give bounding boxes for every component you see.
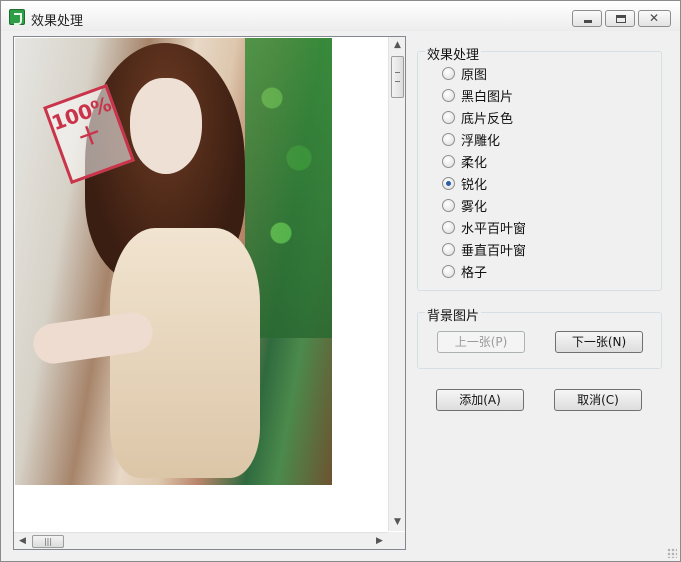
effect-option-7[interactable]: 水平百叶窗 (442, 218, 527, 237)
vertical-scroll-thumb[interactable] (391, 56, 404, 98)
effect-option-label: 锐化 (461, 177, 488, 193)
effect-option-3[interactable]: 浮雕化 (442, 130, 501, 149)
radio-unchecked-icon[interactable] (442, 242, 455, 256)
radio-unchecked-icon[interactable] (442, 110, 455, 124)
radio-unchecked-icon[interactable] (442, 66, 455, 80)
add-button[interactable]: 添加(A) (436, 389, 524, 411)
horizontal-scrollbar[interactable]: ◀ ||| ▶ (14, 532, 388, 549)
window-title: 效果处理 (31, 14, 84, 29)
radio-unchecked-icon[interactable] (442, 154, 455, 168)
effect-option-label: 柔化 (461, 155, 488, 171)
effect-option-label: 水平百叶窗 (461, 221, 527, 237)
next-image-button[interactable]: 下一张(N) (555, 331, 643, 353)
preview-photo: 100% 十 (15, 38, 332, 485)
maximize-button[interactable] (605, 10, 635, 27)
resize-grip-icon[interactable] (667, 548, 677, 558)
effects-dialog: 效果处理 ✕ 100% 十 ▲ ▼ ◀ ||| ▶ 效果处理 原图 黑白图片 底… (0, 0, 681, 562)
close-icon: ✕ (649, 11, 660, 25)
maximize-icon (616, 15, 626, 23)
radio-unchecked-icon[interactable] (442, 88, 455, 102)
effect-option-9[interactable]: 格子 (442, 262, 488, 281)
vertical-scrollbar[interactable]: ▲ ▼ (388, 37, 405, 531)
scroll-up-icon[interactable]: ▲ (389, 37, 406, 54)
close-button[interactable]: ✕ (638, 10, 671, 27)
radio-checked-icon[interactable] (442, 176, 455, 190)
effect-option-5[interactable]: 锐化 (442, 174, 488, 193)
image-preview-pane[interactable]: 100% 十 ▲ ▼ ◀ ||| ▶ (13, 36, 406, 550)
effect-option-label: 浮雕化 (461, 133, 501, 149)
effects-group-title: 效果处理 (425, 44, 482, 63)
effect-option-label: 黑白图片 (461, 89, 514, 105)
effect-option-label: 垂直百叶窗 (461, 243, 527, 259)
effect-option-8[interactable]: 垂直百叶窗 (442, 240, 527, 259)
effect-option-label: 雾化 (461, 199, 488, 215)
effect-option-4[interactable]: 柔化 (442, 152, 488, 171)
effect-option-1[interactable]: 黑白图片 (442, 86, 514, 105)
radio-unchecked-icon[interactable] (442, 132, 455, 146)
background-group-title: 背景图片 (425, 305, 482, 324)
scroll-corner (388, 532, 405, 549)
window-controls: ✕ (572, 10, 671, 27)
cancel-button[interactable]: 取消(C) (554, 389, 642, 411)
minimize-button[interactable] (572, 10, 602, 27)
photo-subject-dress (110, 228, 260, 478)
minimize-icon (584, 20, 592, 23)
title-bar[interactable]: 效果处理 ✕ (1, 1, 680, 31)
scroll-down-icon[interactable]: ▼ (389, 514, 406, 531)
horizontal-scroll-thumb[interactable]: ||| (32, 535, 64, 548)
effect-option-6[interactable]: 雾化 (442, 196, 488, 215)
background-groupbox: 背景图片 上一张(P) 下一张(N) (417, 305, 662, 369)
scroll-left-icon[interactable]: ◀ (14, 533, 31, 550)
radio-unchecked-icon[interactable] (442, 220, 455, 234)
effect-option-0[interactable]: 原图 (442, 64, 488, 83)
effect-option-label: 底片反色 (461, 111, 514, 127)
photo-subject-face (130, 78, 202, 174)
effect-option-label: 原图 (461, 67, 488, 83)
prev-image-button[interactable]: 上一张(P) (437, 331, 525, 353)
scroll-right-icon[interactable]: ▶ (371, 533, 388, 550)
radio-unchecked-icon[interactable] (442, 264, 455, 278)
effect-option-label: 格子 (461, 265, 488, 281)
radio-unchecked-icon[interactable] (442, 198, 455, 212)
effect-option-2[interactable]: 底片反色 (442, 108, 514, 127)
effects-groupbox: 效果处理 原图黑白图片底片反色浮雕化柔化锐化雾化水平百叶窗垂直百叶窗格子 (417, 44, 662, 291)
app-icon (9, 9, 25, 25)
